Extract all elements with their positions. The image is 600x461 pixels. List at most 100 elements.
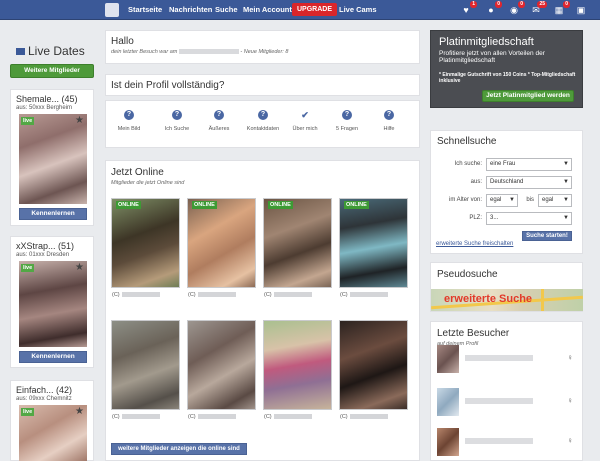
star-icon[interactable]: ★ — [75, 262, 84, 273]
extended-search-banner[interactable]: erweiterte Suche — [431, 289, 583, 311]
lightbulb-icon[interactable]: ♀ — [567, 396, 573, 405]
more-online-button[interactable]: weitere Mitglieder anzeigen die online s… — [111, 443, 247, 455]
nav-live-cams[interactable]: Live Cams — [339, 0, 377, 20]
eye-icon[interactable]: ◉ 0 — [508, 1, 525, 16]
label-ich-suche: Ich suche: — [454, 161, 482, 167]
camera-icon — [16, 48, 25, 55]
redacted-date — [178, 49, 239, 55]
profile-complete-title: Ist dein Profil vollständig? — [111, 80, 225, 91]
chevron-down-icon: ▼ — [509, 197, 515, 203]
visitor-row[interactable]: ♀ — [437, 428, 577, 456]
step-5-fragen[interactable]: ? 5 Fragen — [327, 110, 367, 132]
online-member-photo[interactable]: ONLINE — [339, 198, 408, 288]
step-kontaktdaten[interactable]: ? Kontaktdaten — [243, 110, 283, 132]
select-zip[interactable]: 3... ▼ — [486, 212, 572, 225]
new-members-text: - Neue Mitglieder: 8 — [240, 49, 289, 55]
lightbulb-icon[interactable]: ♀ — [567, 436, 573, 445]
online-member-photo[interactable] — [111, 320, 180, 410]
card-photo[interactable]: live ★ — [19, 261, 87, 347]
star-icon[interactable]: ★ — [75, 406, 84, 417]
card-photo[interactable]: live ★ — [19, 405, 87, 461]
online-badge: ONLINE — [192, 201, 217, 209]
online-member-photo[interactable] — [339, 320, 408, 410]
visitor-photo[interactable] — [437, 428, 459, 456]
nav-suche[interactable]: Suche — [215, 0, 238, 20]
select-country[interactable]: Deutschland ▼ — [486, 176, 572, 189]
kennenlernen-button[interactable]: Kennenlernen — [19, 208, 87, 220]
nav-startseite[interactable]: Startseite — [128, 0, 162, 20]
card-name[interactable]: Einfach... (42) — [16, 385, 72, 395]
more-members-button[interactable]: Weitere Mitglieder — [10, 64, 94, 78]
upgrade-button[interactable]: UPGRADE — [292, 3, 338, 16]
live-date-card[interactable]: Einfach... (42) aus: 09xxx Chemnitz live… — [10, 380, 94, 461]
visitor-photo[interactable] — [437, 388, 459, 416]
coins-icon[interactable]: ▦ 0 — [553, 1, 570, 16]
nav-nachrichten[interactable]: Nachrichten — [169, 0, 212, 20]
step-mein-bild[interactable]: ? Mein Bild — [109, 110, 149, 132]
nav-mein-account[interactable]: Mein Account — [243, 0, 292, 20]
platinum-button[interactable]: Jetzt Platinmitglied werden — [482, 90, 574, 102]
redacted-name — [197, 292, 236, 298]
step-label: Kontaktdaten — [246, 126, 280, 132]
question-icon: ? — [172, 110, 182, 120]
extended-search-link[interactable]: erweiterte Suche freischalten — [436, 241, 513, 247]
online-member-caption[interactable]: (C) — [188, 414, 236, 420]
mail-icon[interactable]: ✉ 25 — [530, 1, 547, 16]
question-icon: ? — [214, 110, 224, 120]
card-name[interactable]: xXStrap... (51) — [16, 241, 74, 251]
heart-icon[interactable]: ♥ 1 — [460, 1, 477, 16]
badge-count: 0 — [518, 1, 525, 8]
online-member-photo[interactable]: ONLINE — [111, 198, 180, 288]
online-member-photo[interactable] — [263, 320, 332, 410]
top-nav-bar: Startseite Nachrichten Suche Mein Accoun… — [0, 0, 600, 20]
lightbulb-icon[interactable]: ♀ — [567, 353, 573, 362]
step-hilfe[interactable]: ? Hilfe — [369, 110, 409, 132]
card-location: aus: 50xxx Bergheim — [16, 105, 73, 111]
card-photo[interactable]: live ★ — [19, 114, 87, 204]
badge-count: 25 — [537, 1, 547, 8]
chevron-down-icon: ▼ — [563, 215, 569, 221]
star-icon[interactable]: ★ — [75, 115, 84, 126]
redacted-visitor-name — [465, 398, 533, 404]
last-visit-text: dein letzter Besuch war am — [111, 49, 178, 55]
visitor-row[interactable]: ♀ — [437, 388, 577, 416]
live-date-card[interactable]: xXStrap... (51) aus: 01xxx Dresden live … — [10, 236, 94, 368]
profile-complete-panel: Ist dein Profil vollständig? — [105, 74, 420, 96]
select-looking-for[interactable]: eine Frau ▼ — [486, 158, 572, 171]
select-value: egal — [490, 197, 502, 203]
step-aeusseres[interactable]: ? Äußeres — [199, 110, 239, 132]
online-member-caption[interactable]: (C) — [264, 414, 312, 420]
online-member-caption[interactable]: (C) — [340, 292, 388, 298]
lock-icon[interactable]: ▣ — [575, 4, 587, 16]
live-date-card[interactable]: Shemale... (45) aus: 50xxx Bergheim live… — [10, 89, 94, 226]
kennenlernen-button[interactable]: Kennenlernen — [19, 351, 87, 363]
platinum-bullets: * Einmalige Gutschrift von 150 Coins * T… — [439, 72, 576, 84]
site-logo[interactable] — [105, 3, 119, 17]
badge-count: 1 — [470, 1, 477, 8]
online-member-caption[interactable]: (C) — [112, 414, 160, 420]
step-ich-suche[interactable]: ? Ich Suche — [157, 110, 197, 132]
online-title: Jetzt Online — [111, 167, 164, 178]
online-member-caption[interactable]: (C) — [264, 292, 312, 298]
online-member-photo[interactable]: ONLINE — [187, 198, 256, 288]
step-ueber-mich[interactable]: ✔ Über mich — [285, 110, 325, 132]
online-member-caption[interactable]: (C) — [112, 292, 160, 298]
user-icon[interactable]: ● 0 — [485, 1, 502, 16]
select-age-to[interactable]: egal ▼ — [538, 194, 572, 207]
chevron-down-icon: ▼ — [563, 197, 569, 203]
select-age-from[interactable]: egal ▼ — [486, 194, 518, 207]
visitor-photo[interactable] — [437, 345, 459, 373]
platinum-title: Platinmitgliedschaft — [439, 36, 534, 48]
card-name[interactable]: Shemale... (45) — [16, 94, 78, 104]
live-badge: live — [21, 408, 35, 416]
platinum-promo: Platinmitgliedschaft Profitiere jetzt vo… — [430, 30, 583, 108]
search-start-button[interactable]: Suche starten! — [522, 231, 572, 241]
online-member-caption[interactable]: (C) — [188, 292, 236, 298]
online-member-photo[interactable] — [187, 320, 256, 410]
online-member-caption[interactable]: (C) — [340, 414, 388, 420]
map-road — [541, 289, 544, 311]
online-member-photo[interactable]: ONLINE — [263, 198, 332, 288]
visitor-row[interactable]: ♀ — [437, 345, 577, 373]
online-badge: ONLINE — [116, 201, 141, 209]
caption-prefix: (C) — [340, 292, 348, 298]
